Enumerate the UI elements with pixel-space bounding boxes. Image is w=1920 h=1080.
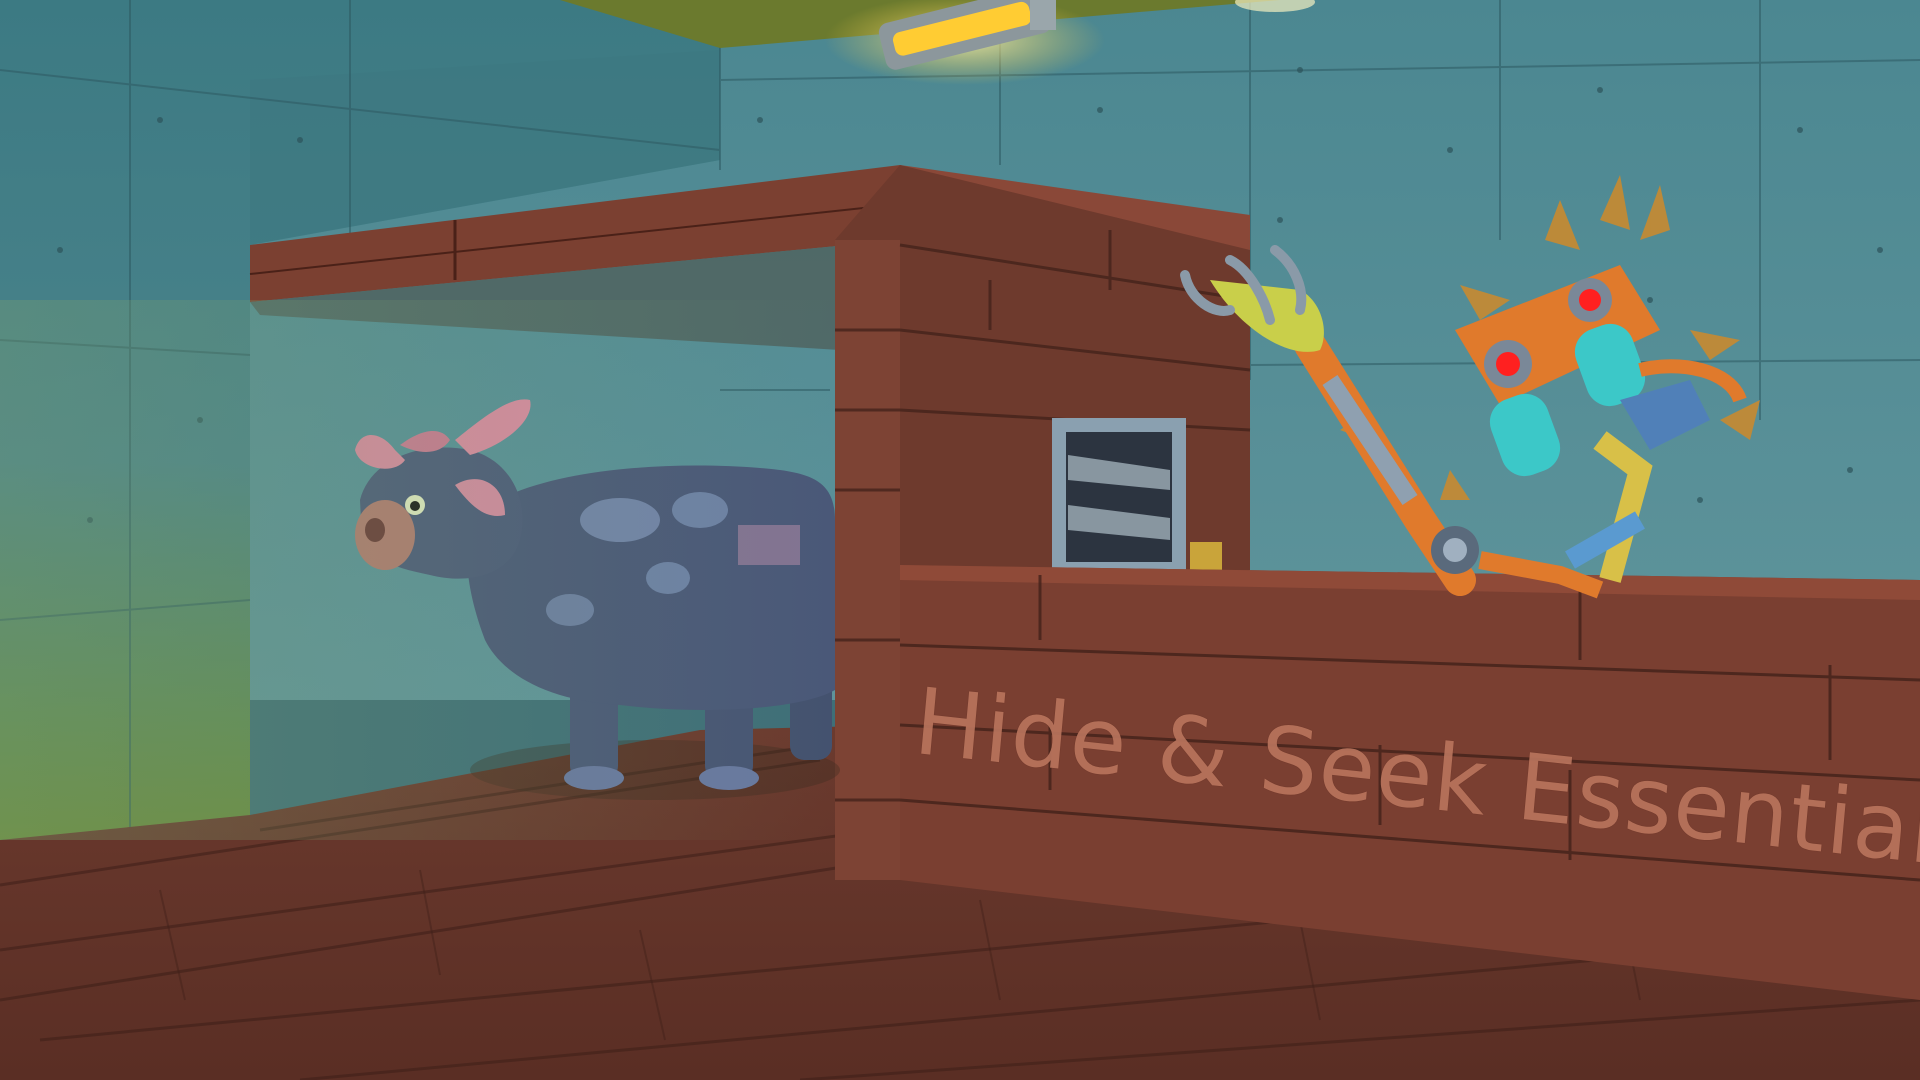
game-scene <box>0 0 1920 1080</box>
game-viewport[interactable]: Hide & Seek Essentials <box>0 0 1920 1080</box>
